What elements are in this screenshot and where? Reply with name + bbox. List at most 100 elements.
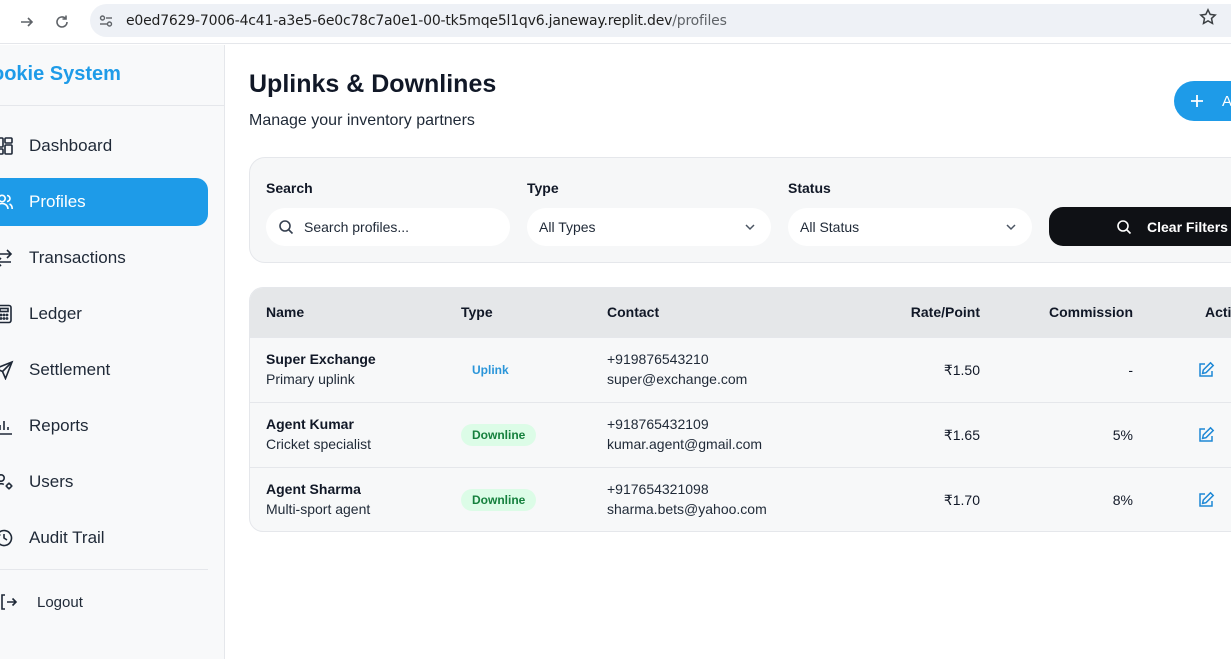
rate-cell: ₹1.70 bbox=[943, 492, 980, 508]
sidebar-item-label: Users bbox=[29, 472, 74, 491]
page-title: Uplinks & Downlines bbox=[249, 70, 497, 98]
sidebar-item-transactions[interactable]: Transactions bbox=[0, 234, 208, 282]
plus-icon bbox=[1190, 94, 1204, 108]
type-select-value: All Types bbox=[539, 219, 596, 235]
dashboard-icon bbox=[0, 136, 14, 156]
contact-email: kumar.agent@gmail.com bbox=[607, 436, 763, 452]
page-subtitle: Manage your inventory partners bbox=[249, 112, 475, 129]
contact-cell: +917654321098 sharma.bets@yahoo.com bbox=[607, 479, 767, 519]
column-header-type: Type bbox=[461, 304, 493, 320]
sidebar-item-label: Transactions bbox=[29, 248, 126, 267]
column-header-rate: Rate/Point bbox=[910, 304, 980, 320]
sidebar-item-label: Profiles bbox=[29, 192, 86, 211]
search-icon bbox=[278, 219, 294, 235]
edit-icon[interactable] bbox=[1197, 361, 1215, 379]
url-text: e0ed7629-7006-4c41-a3e5-6e0c78c7a0e1-00-… bbox=[126, 13, 727, 29]
type-badge: Uplink bbox=[472, 363, 509, 377]
sidebar-item-ledger[interactable]: Ledger bbox=[0, 290, 208, 338]
commission-cell: 5% bbox=[1112, 427, 1133, 443]
sidebar-item-profiles[interactable]: Profiles bbox=[0, 178, 208, 226]
profile-description: Multi-sport agent bbox=[266, 501, 371, 517]
profile-name: Agent Kumar bbox=[266, 416, 354, 432]
site-settings-icon[interactable] bbox=[98, 13, 114, 29]
contact-cell: +919876543210 super@exchange.com bbox=[607, 349, 747, 389]
divider bbox=[0, 105, 224, 106]
divider bbox=[0, 569, 208, 570]
contact-cell: +918765432109 kumar.agent@gmail.com bbox=[607, 414, 762, 454]
sidebar-item-label: Audit Trail bbox=[29, 528, 105, 547]
browser-toolbar: e0ed7629-7006-4c41-a3e5-6e0c78c7a0e1-00-… bbox=[0, 0, 1231, 44]
bar-chart-icon bbox=[0, 416, 14, 436]
column-header-contact: Contact bbox=[607, 304, 660, 320]
column-header-actions: Actio bbox=[1205, 304, 1231, 320]
brand-title: ookie System bbox=[0, 63, 121, 85]
users-icon bbox=[0, 192, 14, 212]
url-host: e0ed7629-7006-4c41-a3e5-6e0c78c7a0e1-00-… bbox=[126, 12, 673, 29]
table-row: Super Exchange Primary uplink Uplink +91… bbox=[250, 337, 1231, 402]
sidebar-item-audit-trail[interactable]: Audit Trail bbox=[0, 514, 208, 562]
search-field[interactable] bbox=[266, 208, 510, 246]
sidebar-item-label: Settlement bbox=[29, 360, 111, 379]
sidebar-item-label: Reports bbox=[29, 416, 89, 435]
contact-phone: +918765432109 bbox=[607, 416, 709, 432]
search-label: Search bbox=[266, 180, 313, 196]
history-icon bbox=[0, 528, 14, 548]
sidebar-item-label: Dashboard bbox=[29, 136, 113, 155]
commission-cell: 8% bbox=[1112, 492, 1133, 508]
contact-phone: +917654321098 bbox=[607, 481, 709, 497]
forward-icon[interactable] bbox=[15, 10, 39, 34]
name-cell: Super Exchange Primary uplink bbox=[266, 349, 376, 389]
table-header: Name Type Contact Rate/Point Commission … bbox=[250, 288, 1231, 337]
logout-icon bbox=[0, 593, 18, 611]
arrows-left-right-icon bbox=[0, 248, 14, 268]
type-select[interactable]: All Types bbox=[527, 208, 771, 246]
reload-icon[interactable] bbox=[50, 10, 74, 34]
bookmark-star-icon[interactable] bbox=[1199, 8, 1217, 26]
sidebar: ookie System Dashboard Profiles Transact… bbox=[0, 45, 225, 659]
clear-filters-button[interactable]: Clear Filters bbox=[1049, 207, 1231, 246]
logout-label: Logout bbox=[37, 593, 83, 611]
contact-email: sharma.bets@yahoo.com bbox=[607, 501, 767, 517]
sidebar-item-settlement[interactable]: Settlement bbox=[0, 346, 208, 394]
profiles-table: Name Type Contact Rate/Point Commission … bbox=[249, 287, 1231, 532]
profile-description: Primary uplink bbox=[266, 371, 355, 387]
edit-icon[interactable] bbox=[1197, 491, 1215, 509]
user-cog-icon bbox=[0, 472, 14, 492]
send-icon bbox=[0, 360, 14, 380]
sidebar-item-users[interactable]: Users bbox=[0, 458, 208, 506]
calculator-icon bbox=[0, 304, 14, 324]
sidebar-item-reports[interactable]: Reports bbox=[0, 402, 208, 450]
name-cell: Agent Kumar Cricket specialist bbox=[266, 414, 371, 454]
address-bar[interactable]: e0ed7629-7006-4c41-a3e5-6e0c78c7a0e1-00-… bbox=[90, 4, 1231, 37]
add-profile-label: A bbox=[1222, 92, 1231, 110]
logout-button[interactable]: Logout bbox=[0, 593, 83, 611]
table-row: Agent Sharma Multi-sport agent Downline … bbox=[250, 467, 1231, 531]
rate-cell: ₹1.50 bbox=[943, 362, 980, 378]
filters-panel: Search Type All Types Status All Status … bbox=[249, 157, 1231, 263]
column-header-name: Name bbox=[266, 304, 305, 320]
status-select[interactable]: All Status bbox=[788, 208, 1032, 246]
sidebar-item-label: Ledger bbox=[29, 304, 82, 323]
contact-email: super@exchange.com bbox=[607, 371, 748, 387]
rate-cell: ₹1.65 bbox=[943, 427, 980, 443]
clear-filters-label: Clear Filters bbox=[1147, 218, 1228, 235]
add-profile-button[interactable]: A bbox=[1174, 81, 1231, 121]
chevron-down-icon bbox=[743, 220, 757, 234]
url-path: /profiles bbox=[672, 12, 727, 29]
search-icon bbox=[1116, 219, 1132, 235]
status-select-value: All Status bbox=[800, 219, 860, 235]
search-input[interactable] bbox=[304, 219, 494, 235]
type-label: Type bbox=[527, 180, 559, 196]
chevron-down-icon bbox=[1004, 220, 1018, 234]
status-label: Status bbox=[788, 180, 831, 196]
name-cell: Agent Sharma Multi-sport agent bbox=[266, 479, 370, 519]
profile-name: Super Exchange bbox=[266, 351, 376, 367]
type-badge: Downline bbox=[461, 489, 537, 511]
sidebar-item-dashboard[interactable]: Dashboard bbox=[0, 122, 208, 170]
commission-cell: - bbox=[1128, 362, 1133, 378]
profile-name: Agent Sharma bbox=[266, 481, 361, 497]
edit-icon[interactable] bbox=[1197, 426, 1215, 444]
column-header-commission: Commission bbox=[1048, 304, 1133, 320]
contact-phone: +919876543210 bbox=[607, 351, 709, 367]
table-row: Agent Kumar Cricket specialist Downline … bbox=[250, 402, 1231, 467]
